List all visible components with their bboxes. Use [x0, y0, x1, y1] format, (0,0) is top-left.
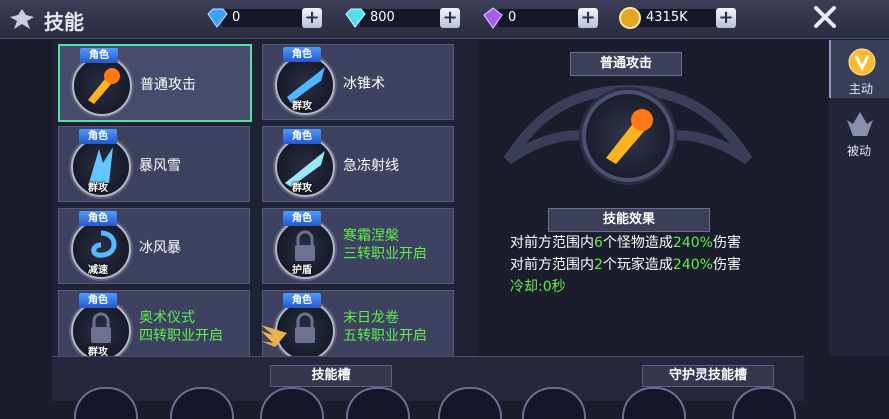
- detail-skill-title: 普通攻击: [570, 52, 682, 76]
- currency-purple-gem: 0 +: [480, 6, 620, 30]
- skill-name: 冰风暴: [139, 240, 181, 256]
- skill-type-label: 群攻: [88, 347, 108, 358]
- skill-slot[interactable]: [170, 387, 234, 419]
- role-tag: 角色: [80, 48, 118, 63]
- role-tag: 角色: [283, 47, 321, 62]
- guardian-slot[interactable]: [622, 387, 686, 419]
- effect-line-monsters: 对前方范围内6个怪物造成240%伤害: [510, 232, 741, 252]
- purple-gem-icon: [483, 7, 503, 29]
- skill-detail-panel: 普通攻击 技能效果 对前方范围内6个怪物造成240%伤害 对前方范围内2个玩家造…: [478, 40, 828, 356]
- unlock-requirement: 五转职业开启: [343, 328, 427, 344]
- skill-card-arcane-ritual[interactable]: 角色 群攻 奥术仪式 四转职业开启: [58, 290, 250, 366]
- currency-blue-diamond: 0 +: [204, 6, 344, 30]
- add-currency-button[interactable]: +: [578, 8, 598, 28]
- effect-text: 伤害: [712, 235, 741, 251]
- role-tag: 角色: [79, 211, 117, 226]
- skill-slot[interactable]: [346, 387, 410, 419]
- skill-name-locked: 奥术仪式 四转职业开启: [139, 309, 223, 345]
- page-title: 技能: [44, 10, 84, 34]
- currency-value: 0: [232, 10, 241, 25]
- skill-name: 急冻射线: [343, 158, 399, 174]
- add-currency-button[interactable]: +: [302, 8, 322, 28]
- effect-text: 个玩家造成: [602, 257, 673, 273]
- skill-type-label: 群攻: [88, 183, 108, 194]
- skill-card-blizzard[interactable]: 角色 群攻 暴风雪: [58, 126, 250, 202]
- top-bar: 技能 0 + 800 + 0 + 4315K +: [0, 0, 889, 39]
- role-tag: 角色: [283, 211, 321, 226]
- detail-skill-icon: [582, 90, 674, 182]
- skill-card-doomsday-tornado[interactable]: 角色 末日龙卷 五转职业开启: [261, 290, 454, 366]
- currency-gold-coin: 4315K +: [618, 6, 758, 30]
- active-skill-icon: [848, 48, 876, 76]
- unlock-requirement: 三转职业开启: [343, 246, 427, 262]
- skill-slot[interactable]: [522, 387, 586, 419]
- skill-name: 普通攻击: [140, 77, 196, 93]
- skill-name: 冰锥术: [343, 76, 385, 92]
- guardian-slot[interactable]: [732, 387, 796, 419]
- effect-count: 6: [594, 235, 603, 251]
- passive-skill-icon: [847, 112, 873, 136]
- currency-cyan-diamond: 800 +: [342, 6, 482, 30]
- skill-name: 奥术仪式: [139, 310, 195, 326]
- skill-slot-bar: 技能槽 守护灵技能槽: [52, 356, 804, 419]
- role-tag: 角色: [283, 129, 321, 144]
- effect-percent: 240%: [672, 235, 713, 251]
- role-tag: 角色: [79, 293, 117, 308]
- tab-active-skills[interactable]: 主动: [829, 40, 889, 98]
- skill-type-label: 减速: [88, 265, 108, 276]
- side-tabs: 主动 被动: [829, 40, 889, 356]
- currency-value: 4315K: [646, 10, 688, 25]
- tab-passive-skills[interactable]: 被动: [829, 102, 889, 160]
- skill-type-label: 护盾: [292, 265, 312, 276]
- skill-icon: [72, 56, 132, 116]
- role-tag: 角色: [283, 293, 321, 308]
- skill-card-ice-storm[interactable]: 角色 减速 冰风暴: [58, 208, 250, 284]
- skill-name: 暴风雪: [139, 158, 181, 174]
- effect-header: 技能效果: [548, 208, 710, 232]
- skill-card-ice-cone[interactable]: 角色 群攻 冰锥术: [262, 44, 454, 120]
- skill-card-frost-nirvana[interactable]: 角色 护盾 寒霜涅槃 三转职业开启: [262, 208, 454, 284]
- gold-wing-icon: [261, 325, 287, 347]
- tab-label: 主动: [848, 82, 873, 96]
- skill-type-label: 群攻: [292, 183, 312, 194]
- cooldown-text: 冷却:0秒: [510, 279, 566, 295]
- currency-value: 0: [508, 10, 517, 25]
- skill-name: 末日龙卷: [343, 310, 399, 326]
- cyan-diamond-icon: [345, 8, 366, 28]
- close-icon[interactable]: [812, 4, 838, 30]
- unlock-requirement: 四转职业开启: [139, 328, 223, 344]
- skill-slot[interactable]: [74, 387, 138, 419]
- blue-diamond-icon: [207, 8, 228, 28]
- tab-label: 被动: [846, 144, 871, 158]
- skill-name-locked: 寒霜涅槃 三转职业开启: [343, 227, 427, 263]
- effect-percent: 240%: [672, 257, 713, 273]
- effect-text: 伤害: [712, 257, 741, 273]
- skill-name: 寒霜涅槃: [343, 228, 399, 244]
- skill-list-panel: 角色 普通攻击 角色 群攻 冰锥术 角色 群攻 暴风雪 角色 群攻 急冻射线 角…: [52, 40, 478, 366]
- add-currency-button[interactable]: +: [440, 8, 460, 28]
- add-currency-button[interactable]: +: [716, 8, 736, 28]
- skill-type-label: 群攻: [292, 101, 312, 112]
- skill-slot[interactable]: [260, 387, 324, 419]
- skill-card-basic-attack[interactable]: 角色 普通攻击: [58, 44, 252, 122]
- role-tag: 角色: [79, 129, 117, 144]
- effect-count: 2: [594, 257, 603, 273]
- skill-slot-label: 技能槽: [270, 365, 392, 387]
- skill-card-frost-ray[interactable]: 角色 群攻 急冻射线: [262, 126, 454, 202]
- skill-slot[interactable]: [438, 387, 502, 419]
- effect-text: 个怪物造成: [602, 235, 673, 251]
- skill-name-locked: 末日龙卷 五转职业开启: [343, 309, 427, 345]
- gold-coin-icon: [619, 7, 641, 29]
- effect-text: 对前方范围内: [510, 235, 594, 251]
- back-wings-icon[interactable]: [8, 6, 36, 32]
- currency-value: 800: [370, 10, 395, 25]
- guardian-slot-label: 守护灵技能槽: [642, 365, 774, 387]
- effect-line-players: 对前方范围内2个玩家造成240%伤害: [510, 254, 741, 274]
- effect-text: 对前方范围内: [510, 257, 594, 273]
